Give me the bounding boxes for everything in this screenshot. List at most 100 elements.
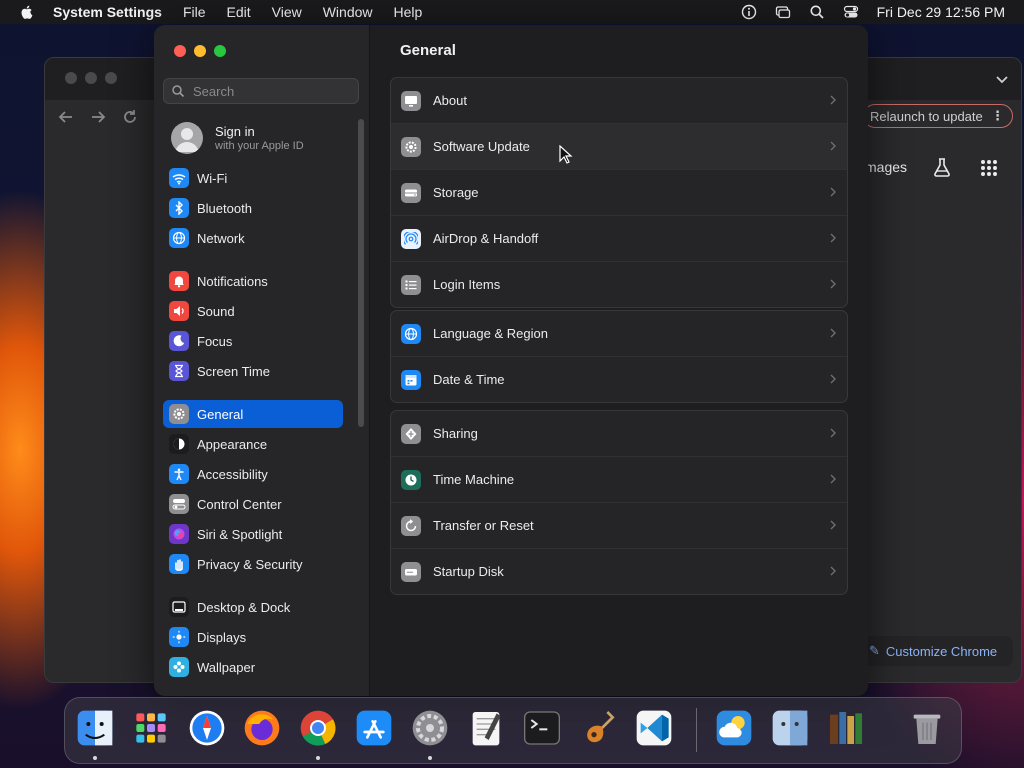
- sidebar-item-privacy-security[interactable]: Privacy & Security: [163, 550, 343, 578]
- signin-title: Sign in: [215, 124, 255, 139]
- relaunch-to-update-button[interactable]: Relaunch to update ⋮: [863, 104, 1013, 128]
- minimize-dot[interactable]: [85, 72, 97, 84]
- appearance-icon: [169, 434, 189, 454]
- sidebar-scrollbar[interactable]: [358, 119, 364, 427]
- sidebar-item-desktop-dock[interactable]: Desktop & Dock: [163, 593, 343, 621]
- chevron-right-icon: [830, 520, 836, 530]
- sidebar-search[interactable]: [163, 78, 359, 104]
- siri-icon: [169, 524, 189, 544]
- sidebar-item-screen-time[interactable]: Screen Time: [163, 357, 343, 385]
- firefox-icon: [244, 710, 280, 746]
- hourglass-icon: [169, 361, 189, 381]
- close-button[interactable]: [174, 45, 186, 57]
- dock-textedit[interactable]: [464, 706, 508, 750]
- chevron-right-icon: [830, 233, 836, 243]
- chevron-right-icon: [830, 374, 836, 384]
- sidebar-item-wallpaper[interactable]: Wallpaper: [163, 653, 343, 681]
- sidebar-item-siri-spotlight[interactable]: Siri & Spotlight: [163, 520, 343, 548]
- dock-safari[interactable]: [185, 706, 229, 750]
- more-vert-icon[interactable]: ⋮: [991, 108, 1004, 124]
- zoom-button[interactable]: [214, 45, 226, 57]
- menu-view[interactable]: View: [272, 4, 302, 20]
- gear-icon: [169, 404, 189, 424]
- dock-garageband[interactable]: [576, 706, 620, 750]
- sidebar-item-wi-fi[interactable]: Wi-Fi: [163, 164, 343, 192]
- info-icon[interactable]: [741, 4, 757, 20]
- row-storage[interactable]: Storage: [391, 170, 847, 216]
- sidebar-item-label: Sound: [197, 303, 235, 319]
- list-icon: [401, 274, 421, 295]
- sidebar-item-label: Siri & Spotlight: [197, 526, 283, 542]
- menu-help[interactable]: Help: [394, 4, 423, 20]
- reload-icon[interactable]: [121, 108, 139, 126]
- dock-calibre[interactable]: [824, 706, 868, 750]
- back-arrow-icon[interactable]: [57, 108, 75, 126]
- sidebar-item-sound[interactable]: Sound: [163, 297, 343, 325]
- sidebar-item-label: Network: [197, 230, 245, 246]
- dock-firefox[interactable]: [240, 706, 284, 750]
- row-date-time[interactable]: Date & Time: [391, 357, 847, 402]
- sidebar-item-focus[interactable]: Focus: [163, 327, 343, 355]
- apps-grid-icon[interactable]: [979, 158, 999, 178]
- zoom-dot[interactable]: [105, 72, 117, 84]
- menu-app-name[interactable]: System Settings: [53, 4, 162, 20]
- row-time-machine[interactable]: Time Machine: [391, 457, 847, 503]
- menu-edit[interactable]: Edit: [227, 4, 251, 20]
- dock-separator: [696, 708, 697, 752]
- dock-finder-folder[interactable]: [768, 706, 812, 750]
- labs-flask-icon[interactable]: [931, 156, 953, 178]
- menu-window[interactable]: Window: [323, 4, 373, 20]
- row-startup-disk[interactable]: Startup Disk: [391, 549, 847, 594]
- row-login-items[interactable]: Login Items: [391, 262, 847, 307]
- sidebar-item-label: Wallpaper: [197, 659, 256, 675]
- reset-icon: [401, 515, 421, 536]
- dock-system-settings[interactable]: [408, 706, 452, 750]
- sun-icon: [169, 627, 189, 647]
- sidebar-item-notifications[interactable]: Notifications: [163, 267, 343, 295]
- dock-chrome[interactable]: [296, 706, 340, 750]
- dock-app-store[interactable]: [352, 706, 396, 750]
- forward-arrow-icon[interactable]: [89, 108, 107, 126]
- tab-search-chevron-icon[interactable]: [995, 73, 1009, 87]
- dock-vs-code[interactable]: [632, 706, 676, 750]
- chevron-right-icon: [830, 474, 836, 484]
- drive-icon: [401, 182, 421, 203]
- dock-finder[interactable]: [73, 706, 117, 750]
- sidebar-item-bluetooth[interactable]: Bluetooth: [163, 194, 343, 222]
- sidebar-item-accessibility[interactable]: Accessibility: [163, 460, 343, 488]
- row-software-update[interactable]: Software Update: [391, 124, 847, 170]
- sidebar-item-appearance[interactable]: Appearance: [163, 430, 343, 458]
- settings-group: Language & Region Date & Time: [390, 310, 848, 403]
- disk-icon: [401, 561, 421, 582]
- row-language-region[interactable]: Language & Region: [391, 311, 847, 357]
- hand-icon: [169, 554, 189, 574]
- menu-file[interactable]: File: [183, 4, 206, 20]
- close-dot[interactable]: [65, 72, 77, 84]
- screen-mirroring-icon[interactable]: [775, 4, 791, 20]
- row-airdrop-handoff[interactable]: AirDrop & Handoff: [391, 216, 847, 262]
- sidebar-item-general[interactable]: General: [163, 400, 343, 428]
- search-input[interactable]: [191, 82, 355, 100]
- customize-chrome-button[interactable]: ✎ Customize Chrome: [863, 636, 1013, 666]
- row-label: Software Update: [433, 139, 530, 154]
- dock-terminal[interactable]: [520, 706, 564, 750]
- control-center-icon[interactable]: [843, 4, 859, 20]
- images-link[interactable]: mages: [865, 159, 907, 175]
- row-about[interactable]: About: [391, 78, 847, 124]
- finder-icon: [77, 710, 113, 746]
- dock-weather[interactable]: [712, 706, 756, 750]
- sidebar-item-network[interactable]: Network: [163, 224, 343, 252]
- safari-icon: [189, 710, 225, 746]
- spotlight-search-icon[interactable]: [809, 4, 825, 20]
- chevron-right-icon: [830, 95, 836, 105]
- row-sharing[interactable]: Sharing: [391, 411, 847, 457]
- apple-id-signin[interactable]: Sign in with your Apple ID: [171, 122, 304, 154]
- minimize-button[interactable]: [194, 45, 206, 57]
- sidebar-item-control-center[interactable]: Control Center: [163, 490, 343, 518]
- dock-launchpad[interactable]: [129, 706, 173, 750]
- dock-trash[interactable]: [905, 706, 949, 750]
- row-transfer-or-reset[interactable]: Transfer or Reset: [391, 503, 847, 549]
- sidebar-item-displays[interactable]: Displays: [163, 623, 343, 651]
- apple-logo-icon[interactable]: [19, 4, 35, 20]
- menu-clock[interactable]: Fri Dec 29 12:56 PM: [877, 4, 1005, 20]
